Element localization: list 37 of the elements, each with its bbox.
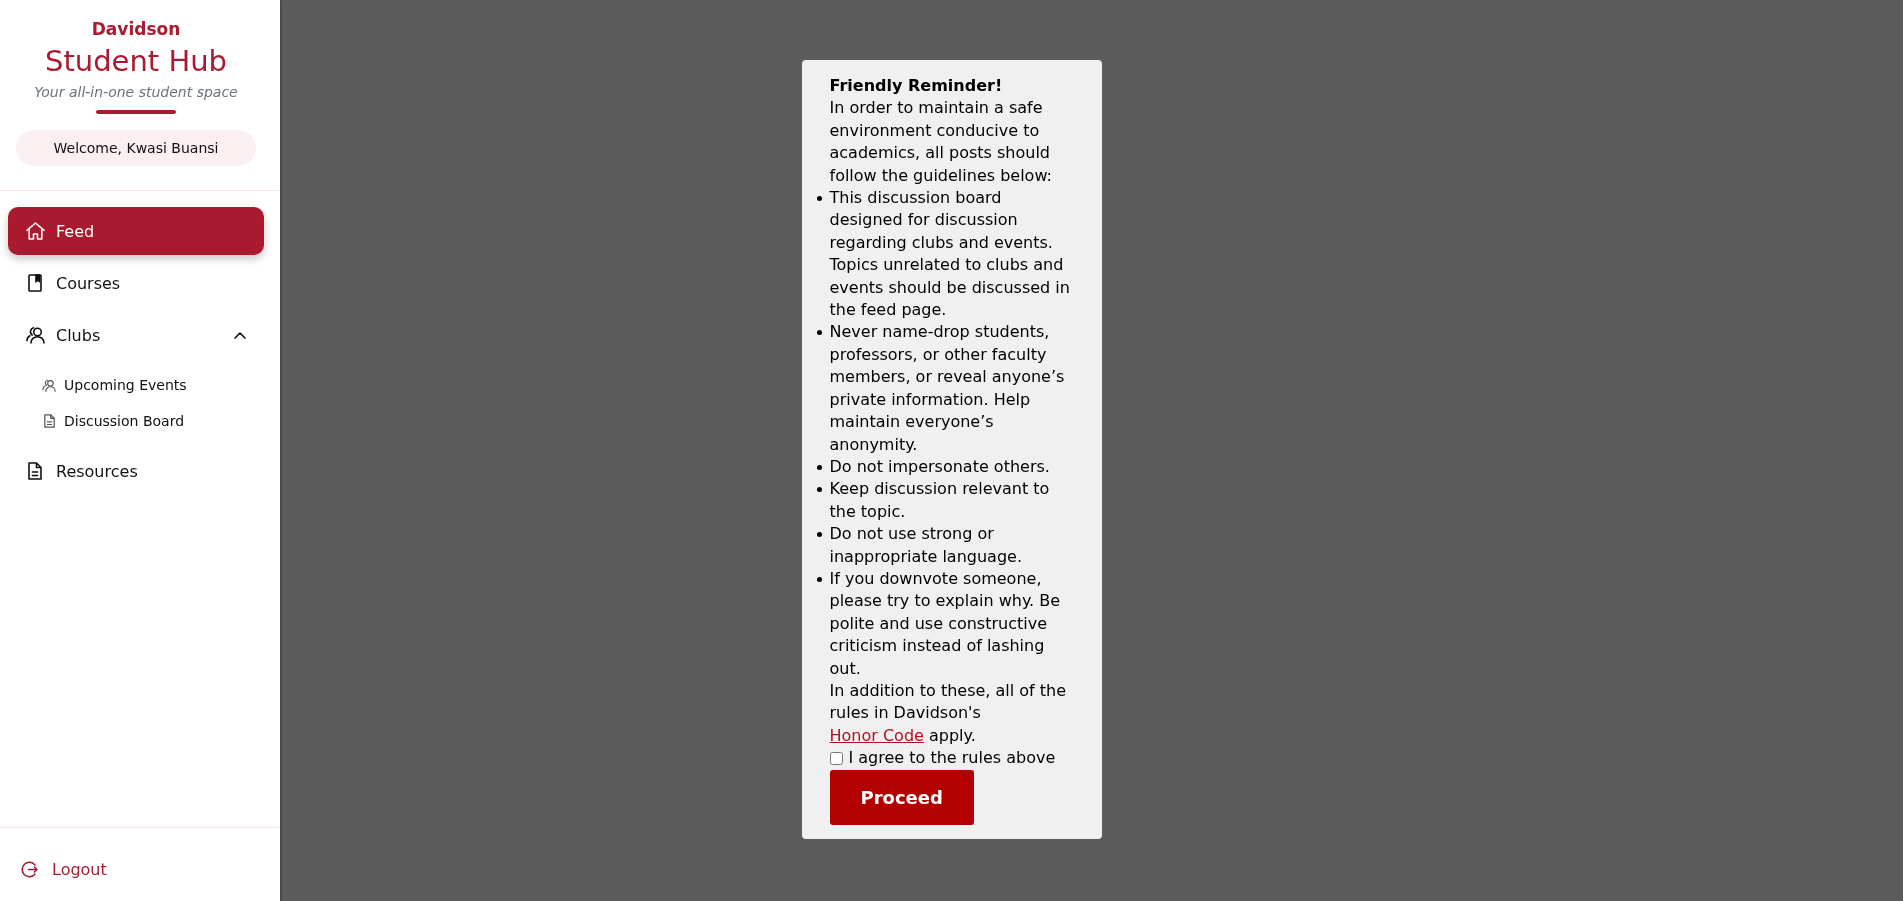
logout-button[interactable]: Logout — [8, 849, 107, 889]
people-icon — [42, 378, 56, 392]
nav-subitem[interactable]: Upcoming Events — [8, 369, 264, 401]
rule-text: This discussion board designed for discussion regarding clubs and events. Topics unrelated to clubs and events should be discussed in the feed page. — [829, 187, 1071, 322]
book-icon — [28, 274, 42, 292]
welcome-message: Welcome, Kwasi Buansi — [16, 130, 256, 166]
bullet-icon — [816, 576, 822, 582]
closing-text: In addition to these, all of the rules in Davidson's Honor Code apply. — [829, 679, 1068, 747]
rule-text: Do not use strong or inappropriate language. — [829, 523, 1023, 568]
nav-item[interactable]: Resources — [8, 447, 264, 495]
nav-item[interactable]: Courses — [8, 259, 264, 307]
bullet-icon — [816, 487, 822, 493]
logout-icon — [21, 860, 38, 878]
nav-subitem[interactable]: Discussion Board — [8, 405, 264, 437]
people-icon — [25, 326, 45, 344]
honor-code-link[interactable]: Honor Code — [829, 725, 924, 745]
document-icon — [43, 414, 55, 428]
nav-item[interactable]: Feed — [8, 207, 264, 255]
dialog-title: Friendly Reminder! — [829, 75, 1004, 97]
rule-text: Do not impersonate others. — [829, 455, 1050, 478]
bullet-icon — [816, 330, 822, 336]
brand-tagline: Your all-in-one student space — [34, 83, 238, 102]
bullet-icon — [816, 196, 822, 202]
nav-item[interactable]: Clubs — [8, 311, 264, 359]
brand-title: Student Hub — [45, 44, 227, 78]
rule-text: Never name-drop students, professors, or other faculty members, or reveal anyone’s private information. Help maintain everyone’s anonymity. — [829, 321, 1066, 456]
document-icon — [28, 462, 42, 480]
agree-label: I agree to the rules above — [848, 747, 1056, 770]
intro-text: In order to maintain a safe environment conducive to academics, all posts should follow the guidelines below: — [829, 97, 1053, 187]
bullet-icon — [816, 532, 822, 538]
rule-text: Keep discussion relevant to the topic. — [829, 478, 1051, 523]
proceed-button[interactable]: Proceed — [829, 769, 974, 825]
home-icon — [25, 222, 45, 240]
agree-checkbox[interactable] — [829, 751, 843, 765]
rule-text: If you downvote someone, please try to explain why. Be polite and use constructive criticism instead of lashing out. — [829, 567, 1062, 680]
brand-kicker: Davidson — [91, 18, 181, 40]
bullet-icon — [816, 464, 822, 470]
